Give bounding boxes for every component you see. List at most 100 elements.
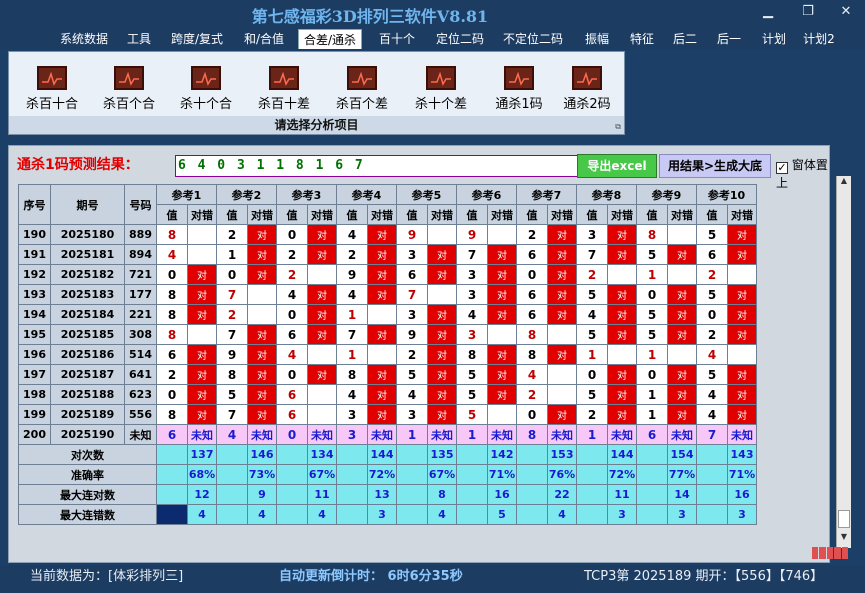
cell-value: 1 <box>336 304 368 325</box>
ribbon-button-7[interactable]: 通杀2码 <box>552 66 622 116</box>
table-row[interactable]: 196 2025186 514 6 对 9 对 4 1 2 对 8 对 8 对 1 1 4 <box>18 344 757 365</box>
cell-value: 4 <box>156 244 188 265</box>
scroll-up-icon[interactable]: ▲ <box>838 176 850 190</box>
stats-spacer <box>696 504 728 525</box>
stats-spacer <box>396 504 428 525</box>
cell-result: 对 <box>367 324 397 345</box>
row-number: 721 <box>124 264 157 285</box>
stats-label: 对次数 <box>18 444 157 465</box>
header-value: 值 <box>516 204 548 225</box>
menu-item-0[interactable]: 系统数据 <box>58 29 110 49</box>
ribbon-button-0[interactable]: 杀百十合 <box>17 66 87 116</box>
cell-result: 对 <box>547 404 577 425</box>
ribbon-button-5[interactable]: 杀十个差 <box>406 66 476 116</box>
header-value: 值 <box>456 204 488 225</box>
header-value: 值 <box>156 204 188 225</box>
topmost-checkbox[interactable]: ✓ 窗体置上 <box>776 156 829 191</box>
table-row[interactable]: 198 2025188 623 0 对 5 对 6 4 对 4 对 5 对 2 5 对 1 对 4 对 <box>18 384 757 405</box>
checkbox-checked-icon[interactable]: ✓ <box>776 162 788 174</box>
menu-item-6[interactable]: 定位二码 <box>433 29 487 49</box>
table-row[interactable]: 190 2025180 889 8 2 对 0 对 4 对 9 9 2 对 3 对 8 5 对 <box>18 224 757 245</box>
export-excel-button[interactable]: 导出excel <box>577 154 657 178</box>
cell-result: 未知 <box>367 424 397 445</box>
menu-item-7[interactable]: 不定位二码 <box>500 29 566 49</box>
minimize-icon[interactable]: ▁ <box>758 4 778 19</box>
stats-value: 16 <box>487 484 517 505</box>
table-row[interactable]: 197 2025187 641 2 对 8 对 0 对 8 对 5 对 5 对 4 0 对 0 对 5 对 <box>18 364 757 385</box>
menu-item-11[interactable]: 后一 <box>714 29 744 49</box>
cell-value: 0 <box>276 224 308 245</box>
stats-row: 最大连对数 12 9 11 13 8 16 22 11 14 16 <box>18 484 757 505</box>
menu-item-13[interactable]: 计划2 <box>801 29 837 49</box>
cell-result: 对 <box>607 364 637 385</box>
cell-value: 0 <box>216 264 248 285</box>
cell-result: 对 <box>247 404 277 425</box>
row-period: 2025180 <box>50 224 125 245</box>
draw-info-label: TCP3第 2025189 期开：【556】【746】 <box>584 569 824 584</box>
header-result: 对错 <box>187 204 217 225</box>
close-icon[interactable]: ✕ <box>836 4 856 19</box>
header-ref: 参考3 <box>276 184 337 205</box>
scroll-down-icon[interactable]: ▼ <box>838 532 850 546</box>
cell-value: 0 <box>636 284 668 305</box>
generate-base-button[interactable]: 用结果>生成大底 <box>659 154 771 178</box>
table-scrollbar[interactable]: ▲ ▼ <box>836 176 851 548</box>
header-result: 对错 <box>247 204 277 225</box>
cell-value: 4 <box>336 384 368 405</box>
menu-item-10[interactable]: 后二 <box>670 29 700 49</box>
table-row[interactable]: 194 2025184 221 8 对 2 0 对 1 3 对 4 对 6 对 4 对 5 对 0 对 <box>18 304 757 325</box>
table-row[interactable]: 200 2025190 未知 6 未知 4 未知 0 未知 3 未知 1 未知 1 未知 8 未知 1 未知 6 未知 7… <box>18 424 757 445</box>
cell-result: 对 <box>367 264 397 285</box>
scrollbar-thumb[interactable] <box>838 510 850 528</box>
cell-result: 对 <box>667 284 697 305</box>
stats-value: 71% <box>487 464 517 485</box>
cell-value: 1 <box>636 264 668 285</box>
ribbon-button-1[interactable]: 杀百个合 <box>94 66 164 116</box>
dialog-launcher-icon[interactable]: ⧉ <box>615 122 621 132</box>
ribbon-button-2[interactable]: 杀十个合 <box>171 66 241 116</box>
cell-result <box>727 264 757 285</box>
ribbon-button-4[interactable]: 杀百个差 <box>327 66 397 116</box>
cell-value: 2 <box>156 364 188 385</box>
table-row[interactable]: 193 2025183 177 8 对 7 4 对 4 对 7 3 对 6 对 5 对 0 对 5 对 <box>18 284 757 305</box>
table-row[interactable]: 192 2025182 721 0 对 0 对 2 9 对 6 对 3 对 0 对 2 1 2 <box>18 264 757 285</box>
menu-item-2[interactable]: 跨度/复式 <box>167 29 227 49</box>
menu-item-3[interactable]: 和/合值 <box>240 29 288 49</box>
stats-spacer <box>396 444 428 465</box>
chart-icon <box>426 66 456 90</box>
cell-result: 对 <box>667 244 697 265</box>
menu-item-12[interactable]: 计划 <box>759 29 789 49</box>
stats-spacer <box>156 464 188 485</box>
table-row[interactable]: 195 2025185 308 8 7 对 6 对 7 对 9 对 3 8 5 对 5 对 2 对 <box>18 324 757 345</box>
stats-value: 3 <box>367 504 397 525</box>
stats-spacer <box>696 444 728 465</box>
cell-result: 对 <box>727 284 757 305</box>
stats-value: 3 <box>667 504 697 525</box>
cell-result <box>307 404 337 425</box>
stats-spacer <box>456 464 488 485</box>
menu-item-8[interactable]: 振幅 <box>582 29 612 49</box>
header-ref: 参考7 <box>516 184 577 205</box>
cell-result: 对 <box>427 304 457 325</box>
cell-result <box>667 224 697 245</box>
restore-icon[interactable]: ❐ <box>798 4 818 19</box>
table-row[interactable]: 191 2025181 894 4 1 对 2 对 2 对 3 对 7 对 6 对 7 对 5 对 6 对 <box>18 244 757 265</box>
ribbon-button-3[interactable]: 杀百十差 <box>249 66 319 116</box>
table-row[interactable]: 199 2025189 556 8 对 7 对 6 3 对 3 对 5 0 对 2 对 1 对 4 对 <box>18 404 757 425</box>
prediction-result-field[interactable]: 6 4 0 3 1 1 8 1 6 7 <box>175 155 582 177</box>
cell-result: 对 <box>367 244 397 265</box>
cell-result: 对 <box>187 344 217 365</box>
menu-item-9[interactable]: 特征 <box>625 29 659 49</box>
menu-item-4[interactable]: 合差/通杀 <box>298 29 362 49</box>
cell-value: 1 <box>636 344 668 365</box>
cell-value: 7 <box>576 244 608 265</box>
cell-result: 未知 <box>667 424 697 445</box>
ribbon-button-6[interactable]: 通杀1码 <box>484 66 554 116</box>
stats-spacer <box>576 504 608 525</box>
menu-item-5[interactable]: 百十个 <box>377 29 417 49</box>
cell-result <box>307 264 337 285</box>
stats-value: 16 <box>727 484 757 505</box>
menu-item-1[interactable]: 工具 <box>124 29 154 49</box>
countdown-label: 自动更新倒计时： 6时6分35秒 <box>279 569 463 584</box>
cell-value: 3 <box>456 324 488 345</box>
